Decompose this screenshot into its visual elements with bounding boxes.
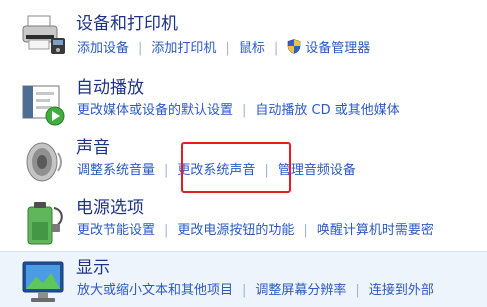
- link-zoom-text-and-items[interactable]: 放大或缩小文本和其他项目: [77, 283, 233, 298]
- devices-and-printers-links: 添加设备 | 添加打印机 | 鼠标 | 设备管理器: [77, 39, 370, 59]
- link-change-media-defaults[interactable]: 更改媒体或设备的默认设置: [77, 103, 233, 118]
- link-separator: |: [242, 103, 247, 118]
- link-change-system-sounds[interactable]: 更改系统声音: [177, 163, 255, 178]
- category-title-devices-and-printers[interactable]: 设备和打印机: [76, 13, 178, 35]
- link-change-power-saving[interactable]: 更改节能设置: [77, 223, 155, 238]
- category-display: 显示 放大或缩小文本和其他项目 | 调整屏幕分辨率 | 连接到外部: [0, 251, 487, 307]
- link-add-printer[interactable]: 添加打印机: [151, 41, 216, 56]
- category-title-display[interactable]: 显示: [76, 257, 110, 279]
- link-separator: |: [355, 283, 360, 298]
- category-sound: 声音 调整系统音量 | 更改系统声音 | 管理音频设备: [0, 132, 487, 192]
- category-title-power-options[interactable]: 电源选项: [76, 197, 144, 219]
- link-separator: |: [164, 163, 169, 178]
- link-separator: |: [164, 223, 169, 238]
- display-icon[interactable]: [18, 256, 68, 306]
- link-separator: |: [242, 283, 247, 298]
- link-mouse[interactable]: 鼠标: [239, 41, 265, 56]
- link-require-password-on-wake[interactable]: 唤醒计算机时需要密: [317, 223, 434, 238]
- link-separator: |: [303, 223, 308, 238]
- link-adjust-system-volume[interactable]: 调整系统音量: [77, 163, 155, 178]
- speaker-icon[interactable]: [18, 137, 68, 187]
- power-options-icon[interactable]: [18, 198, 68, 248]
- link-connect-external-display[interactable]: 连接到外部: [369, 283, 434, 298]
- category-devices-and-printers: 设备和打印机 添加设备 | 添加打印机 | 鼠标 | 设备管理器: [0, 0, 487, 72]
- category-title-sound[interactable]: 声音: [76, 137, 110, 159]
- shield-icon: [287, 39, 301, 54]
- display-links: 放大或缩小文本和其他项目 | 调整屏幕分辨率 | 连接到外部: [77, 281, 434, 301]
- link-device-manager[interactable]: 设备管理器: [305, 41, 370, 56]
- link-separator: |: [264, 163, 269, 178]
- link-separator: |: [138, 41, 143, 56]
- link-power-button-behavior[interactable]: 更改电源按钮的功能: [177, 223, 294, 238]
- autoplay-icon[interactable]: [18, 78, 68, 128]
- hardware-and-sound-panel: 设备和打印机 添加设备 | 添加打印机 | 鼠标 | 设备管理器 自动播放 更改媒体或设备…: [0, 0, 487, 307]
- printer-icon[interactable]: [18, 10, 68, 60]
- category-power-options: 电源选项 更改节能设置 | 更改电源按钮的功能 | 唤醒计算机时需要密: [0, 192, 487, 251]
- link-manage-audio-devices[interactable]: 管理音频设备: [278, 163, 356, 178]
- link-autoplay-cd[interactable]: 自动播放 CD 或其他媒体: [255, 103, 399, 118]
- link-separator: |: [225, 41, 230, 56]
- category-autoplay: 自动播放 更改媒体或设备的默认设置 | 自动播放 CD 或其他媒体: [0, 72, 487, 132]
- link-separator: |: [273, 41, 279, 56]
- sound-links: 调整系统音量 | 更改系统声音 | 管理音频设备: [77, 161, 356, 181]
- autoplay-links: 更改媒体或设备的默认设置 | 自动播放 CD 或其他媒体: [77, 101, 400, 121]
- link-adjust-screen-resolution[interactable]: 调整屏幕分辨率: [255, 283, 346, 298]
- category-title-autoplay[interactable]: 自动播放: [76, 77, 144, 99]
- link-add-device[interactable]: 添加设备: [77, 41, 129, 56]
- power-options-links: 更改节能设置 | 更改电源按钮的功能 | 唤醒计算机时需要密: [77, 221, 434, 241]
